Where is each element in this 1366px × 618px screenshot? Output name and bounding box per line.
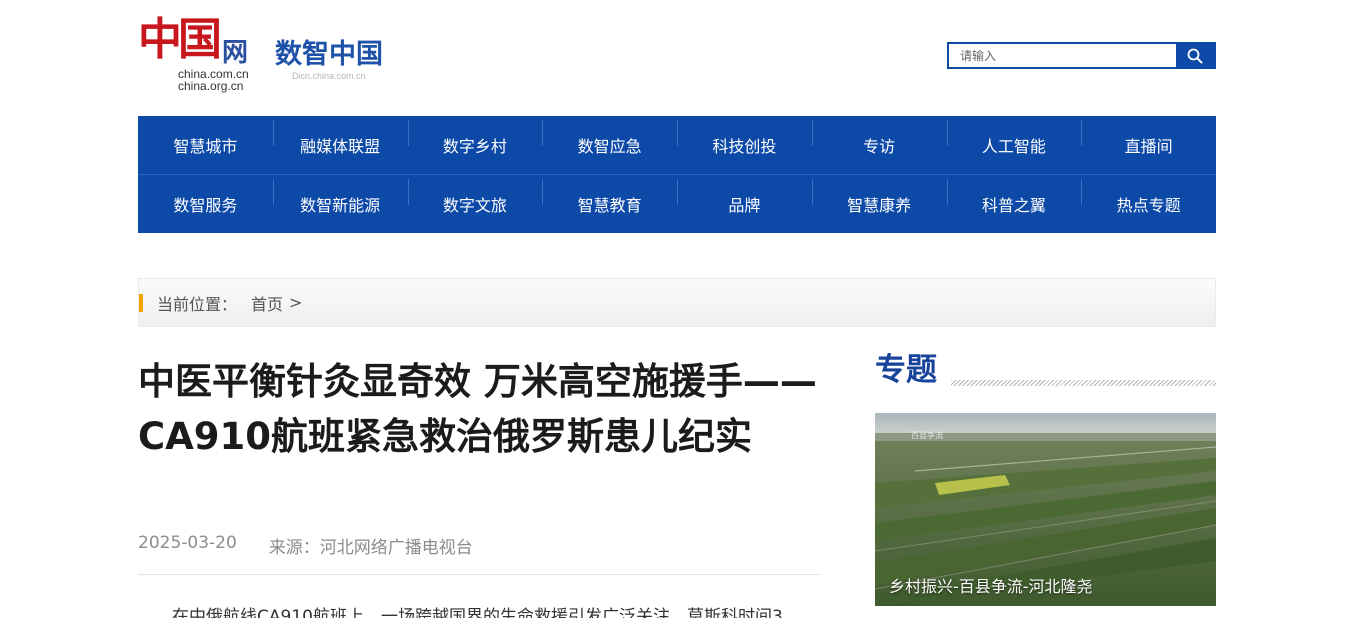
logo-wang: 网 [222,38,249,68]
site-name-logo[interactable]: 数智中国 [275,38,383,72]
breadcrumb-separator: > [289,293,303,312]
nav-item-hot-topics[interactable]: 热点专题 [1081,178,1216,216]
site-header: 中国 网 china.com.cn china.org.cn 数智中国 Dicn… [138,8,1216,98]
main-nav: 智慧城市 融媒体联盟 数字乡村 数智应急 科技创投 专访 人工智能 直播间 数智… [138,116,1216,233]
nav-item-live[interactable]: 直播间 [1081,120,1216,157]
breadcrumb-label: 当前位置： [157,294,238,314]
nav-item-ai[interactable]: 人工智能 [946,120,1082,157]
china-net-logo[interactable]: 中国 网 china.com.cn china.org.cn [138,10,260,94]
image-watermark: 百县争流 [911,430,943,440]
article-body-first-line: 在中俄航线CA910航班上，一场跨越国界的生命救援引发广泛关注。莫斯科时间3 [172,607,783,618]
sidebar-title-rule [951,380,1216,386]
nav-item-brand[interactable]: 品牌 [677,178,812,216]
meta-divider [138,574,821,575]
search-button[interactable] [1176,44,1214,67]
featured-topic-caption: 乡村振兴-百县争流-河北隆尧 [889,577,1093,596]
breadcrumb-accent-bar [139,293,143,312]
featured-topic-card[interactable]: 百县争流 乡村振兴-百县争流-河北隆尧 [875,413,1216,606]
search-box [947,42,1216,69]
nav-item-tech-venture[interactable]: 科技创投 [677,120,812,157]
nav-row-1: 智慧城市 融媒体联盟 数字乡村 数智应急 科技创投 专访 人工智能 直播间 [138,116,1216,174]
nav-item-health-care[interactable]: 智慧康养 [811,178,947,216]
nav-item-smart-city[interactable]: 智慧城市 [138,133,273,157]
nav-row-2: 数智服务 数智新能源 数字文旅 智慧教育 品牌 智慧康养 科普之翼 热点专题 [138,174,1216,232]
article-title: 中医平衡针灸显奇效 万米高空施援手——CA910航班紧急救治俄罗斯患儿纪实 [138,360,817,458]
nav-item-culture-tourism[interactable]: 数字文旅 [407,178,543,216]
nav-item-emergency[interactable]: 数智应急 [542,120,677,157]
logo-domain-org: china.org.cn [178,79,244,93]
site-domain: Dicn.china.com.cn [292,71,366,81]
sidebar-header: 专题 [875,350,1216,390]
article-date: 2025-03-20 [138,533,237,553]
breadcrumb: 当前位置： 首页 > [138,278,1216,327]
article-meta: 2025-03-20 来源：河北网络广播电视台 [138,533,473,558]
search-input[interactable] [949,44,1176,67]
search-icon [1187,48,1203,63]
nav-item-education[interactable]: 智慧教育 [542,178,677,216]
nav-item-interview[interactable]: 专访 [811,120,947,157]
nav-item-media-alliance[interactable]: 融媒体联盟 [272,120,408,157]
logo-mark: 中国 [138,14,222,65]
nav-item-digital-village[interactable]: 数字乡村 [407,120,543,157]
nav-item-services[interactable]: 数智服务 [138,192,273,216]
breadcrumb-home-link[interactable]: 首页 [251,291,283,315]
sidebar-title: 专题 [875,352,937,388]
article-source: 来源：河北网络广播电视台 [268,538,473,558]
nav-item-new-energy[interactable]: 数智新能源 [272,178,408,216]
nav-item-science[interactable]: 科普之翼 [946,178,1082,216]
